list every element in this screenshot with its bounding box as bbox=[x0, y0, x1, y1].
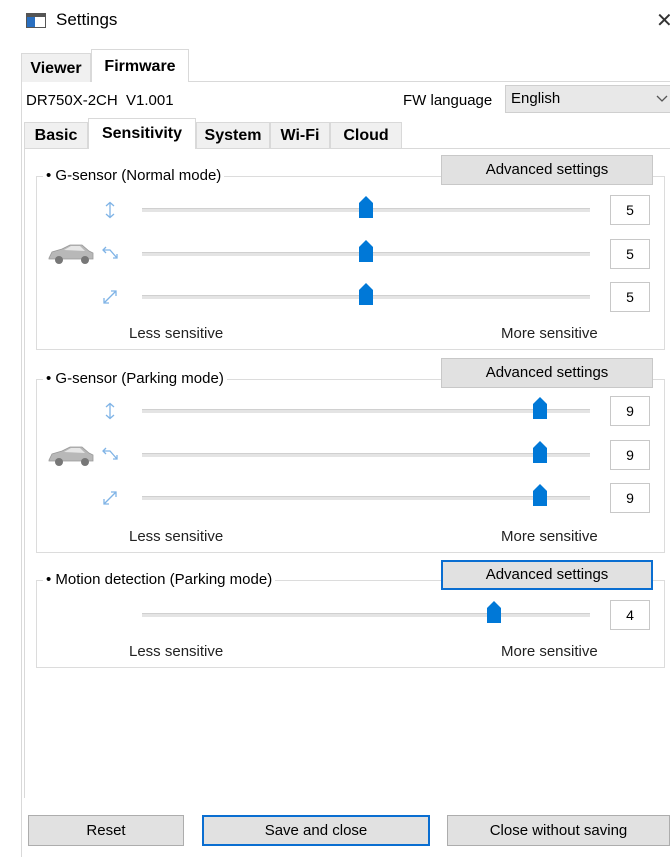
vertical-axis-icon bbox=[101, 402, 119, 420]
slider-track[interactable] bbox=[142, 496, 590, 500]
close-icon[interactable]: ✕ bbox=[656, 8, 670, 33]
device-model-version: DR750X-2CH V1.001 bbox=[26, 92, 174, 109]
g-sensor-normal-group bbox=[36, 176, 665, 350]
fw-language-label: FW language bbox=[403, 92, 493, 109]
reset-button[interactable]: Reset bbox=[28, 815, 184, 846]
slider-track[interactable] bbox=[142, 409, 590, 413]
tab-cloud[interactable]: Cloud bbox=[330, 122, 402, 148]
slider-value: 9 bbox=[610, 440, 650, 470]
slider-thumb[interactable] bbox=[359, 196, 373, 218]
slider-value: 4 bbox=[610, 600, 650, 630]
advanced-settings-button[interactable]: Advanced settings bbox=[441, 358, 653, 388]
slider-thumb[interactable] bbox=[533, 441, 547, 463]
tab-sensitivity[interactable]: Sensitivity bbox=[88, 118, 196, 149]
diagonal-axis-icon bbox=[101, 288, 119, 306]
car-icon bbox=[46, 242, 96, 266]
horizontal-axis-icon bbox=[101, 245, 119, 263]
more-sensitive-label: More sensitive bbox=[501, 643, 598, 660]
group-title: • G-sensor (Parking mode) bbox=[43, 370, 227, 387]
vertical-axis-icon bbox=[101, 201, 119, 219]
slider-value: 9 bbox=[610, 396, 650, 426]
device-version: V1.001 bbox=[126, 92, 174, 109]
slider-thumb[interactable] bbox=[359, 240, 373, 262]
less-sensitive-label: Less sensitive bbox=[129, 528, 224, 545]
tab-viewer[interactable]: Viewer bbox=[21, 53, 91, 82]
group-title: • Motion detection (Parking mode) bbox=[43, 571, 276, 588]
slider-thumb[interactable] bbox=[487, 601, 501, 623]
slider-value: 5 bbox=[610, 195, 650, 225]
slider-thumb[interactable] bbox=[533, 484, 547, 506]
close-without-saving-button[interactable]: Close without saving bbox=[447, 815, 670, 846]
g-sensor-parking-group bbox=[36, 379, 665, 553]
horizontal-axis-icon bbox=[101, 446, 119, 464]
slider-value: 5 bbox=[610, 239, 650, 269]
less-sensitive-label: Less sensitive bbox=[129, 325, 224, 342]
slider-value: 5 bbox=[610, 282, 650, 312]
title-bar: Settings ✕ bbox=[0, 0, 670, 42]
advanced-settings-button[interactable]: Advanced settings bbox=[441, 560, 653, 590]
car-icon bbox=[46, 444, 96, 468]
tab-system[interactable]: System bbox=[196, 122, 270, 148]
group-title: • G-sensor (Normal mode) bbox=[43, 167, 225, 184]
fw-language-select[interactable]: English bbox=[505, 85, 670, 113]
save-and-close-button[interactable]: Save and close bbox=[202, 815, 430, 846]
more-sensitive-label: More sensitive bbox=[501, 325, 598, 342]
chevron-down-icon[interactable] bbox=[656, 91, 668, 106]
slider-value: 9 bbox=[610, 483, 650, 513]
less-sensitive-label: Less sensitive bbox=[129, 643, 224, 660]
tab-basic[interactable]: Basic bbox=[24, 122, 88, 148]
advanced-settings-button[interactable]: Advanced settings bbox=[441, 155, 653, 185]
slider-track[interactable] bbox=[142, 453, 590, 457]
settings-window-icon bbox=[26, 13, 46, 28]
slider-track[interactable] bbox=[142, 613, 590, 617]
more-sensitive-label: More sensitive bbox=[501, 528, 598, 545]
slider-thumb[interactable] bbox=[533, 397, 547, 419]
slider-thumb[interactable] bbox=[359, 283, 373, 305]
device-model: DR750X-2CH bbox=[26, 92, 118, 109]
diagonal-axis-icon bbox=[101, 489, 119, 507]
tab-wifi[interactable]: Wi-Fi bbox=[270, 122, 330, 148]
tab-firmware[interactable]: Firmware bbox=[91, 49, 189, 82]
window-title: Settings bbox=[56, 10, 118, 29]
